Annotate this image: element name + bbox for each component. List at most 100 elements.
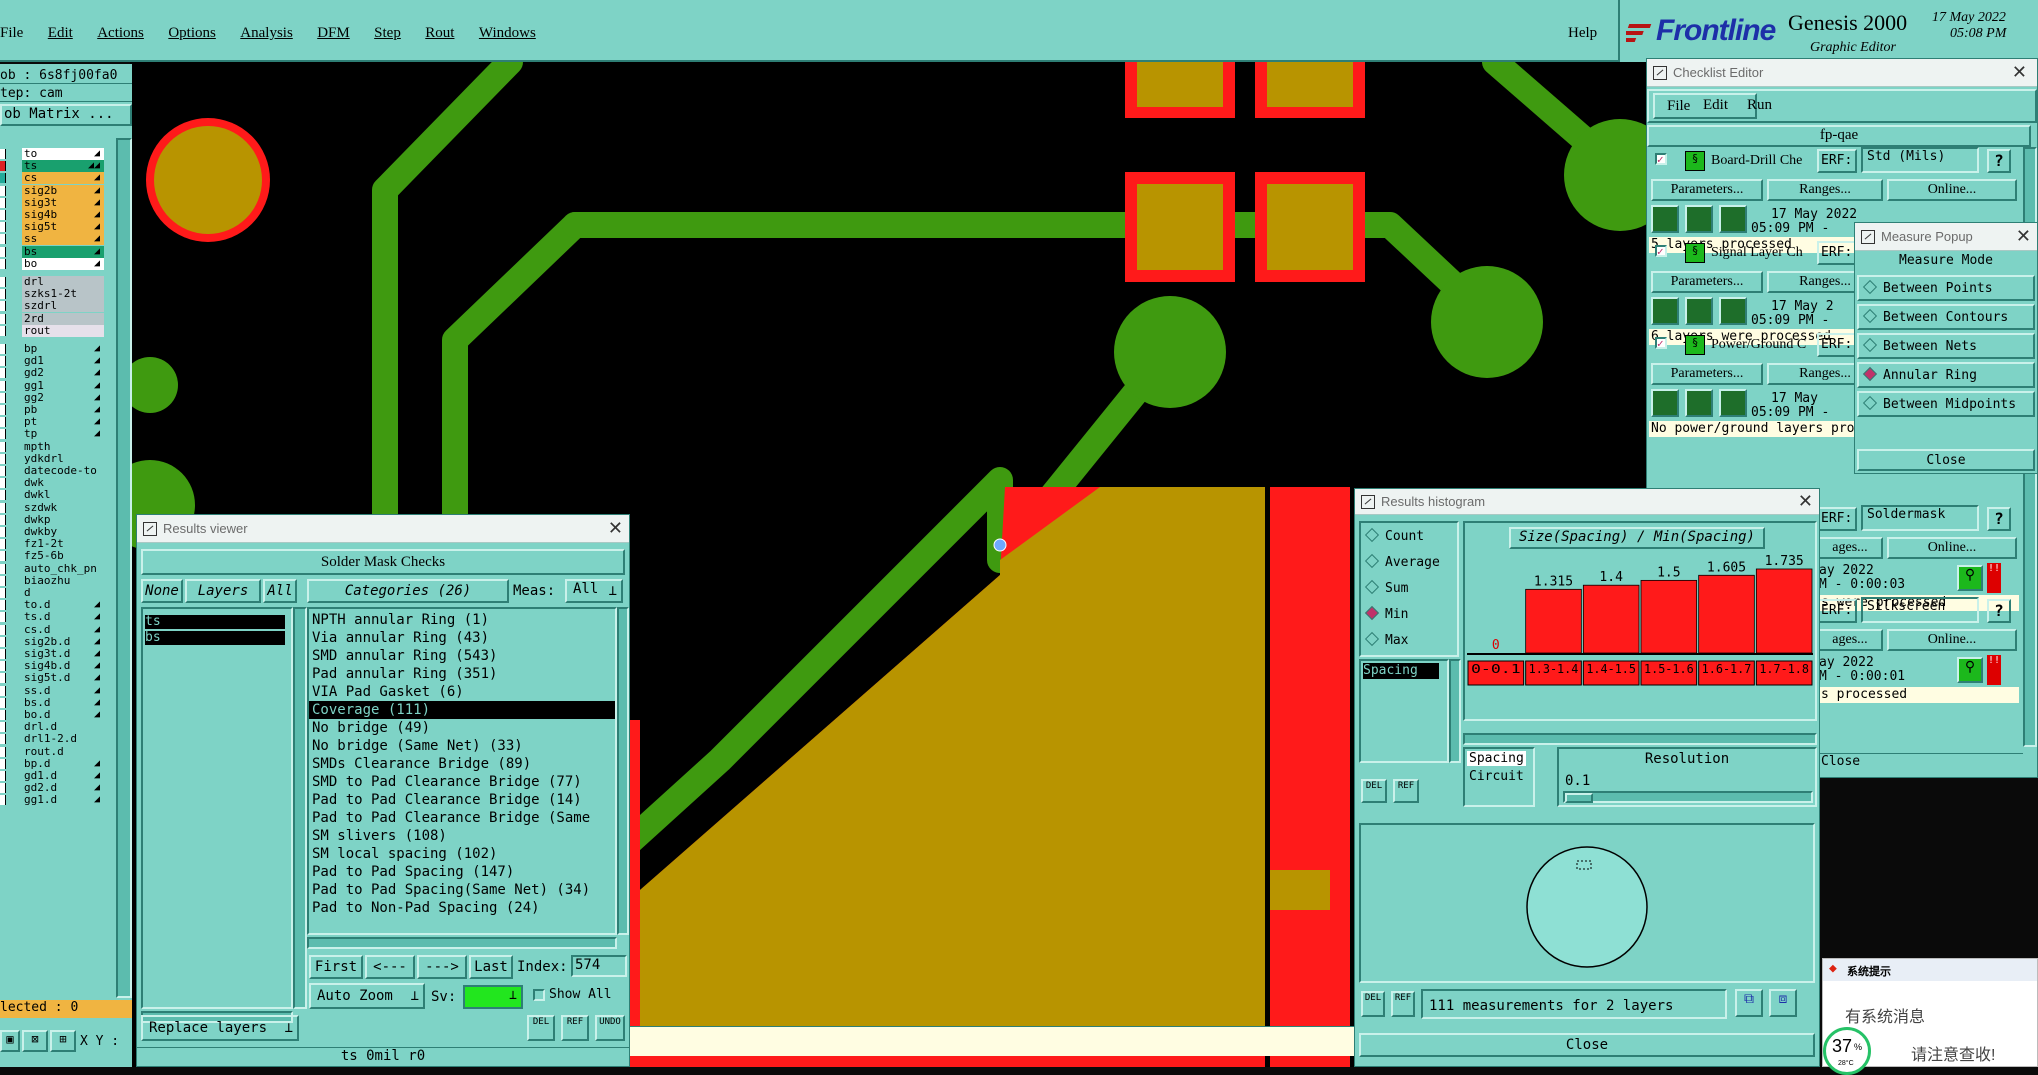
layer-checkbox[interactable] [0, 710, 6, 720]
layer-row[interactable]: sig2b ◢ [0, 184, 104, 197]
layer-row[interactable]: dwk [0, 477, 104, 490]
layer-checkbox[interactable] [0, 490, 6, 501]
prev-button[interactable]: <--- [365, 955, 415, 979]
layer-name[interactable]: auto_chk_pn [22, 562, 104, 575]
layer-name[interactable]: cs [22, 172, 104, 185]
magnifier-icon[interactable]: ⚲ [1957, 565, 1983, 591]
layer-checkbox[interactable] [0, 673, 6, 684]
categories-scrollbar[interactable] [617, 607, 629, 935]
tool-icon-2[interactable]: ⊠ [22, 1030, 48, 1052]
menu-help[interactable]: Help [1568, 25, 1597, 42]
menu-dfm[interactable]: DFM [317, 25, 350, 41]
layers-scrollbar[interactable] [293, 607, 307, 1009]
layer-name[interactable]: bo.d [22, 709, 104, 721]
layer-row[interactable]: gg2 ◢ [0, 391, 104, 404]
layer-list-scrollbar[interactable] [116, 138, 132, 998]
layer-name[interactable]: drl1-2.d [22, 733, 104, 746]
category-item[interactable]: SM slivers (108) [309, 827, 615, 845]
layer-row[interactable]: szdwk [0, 501, 104, 514]
layer-checkbox[interactable] [0, 234, 6, 245]
del-button[interactable]: DEL [527, 1015, 555, 1041]
help-icon[interactable]: ? [1987, 149, 2011, 173]
layer-row[interactable]: drl.d [0, 721, 104, 734]
layer-name[interactable]: sig2b [22, 184, 104, 197]
zoom-window-icon[interactable]: ⧈ [1769, 989, 1797, 1017]
layer-checkbox[interactable] [0, 277, 6, 287]
category-item[interactable]: Pad to Pad Clearance Bridge (14) [309, 791, 615, 809]
menu-edit[interactable]: Edit [48, 25, 73, 41]
layer-checkbox[interactable] [0, 758, 6, 769]
category-item[interactable]: Pad to Pad Spacing(Same Net) (34) [309, 881, 615, 899]
layer-row[interactable]: fz1-2t [0, 538, 104, 551]
measure-mode-option[interactable]: Between Contours [1857, 304, 2035, 330]
layer-name[interactable]: ss [22, 233, 104, 246]
layer-checkbox[interactable] [0, 514, 6, 525]
preview-del-button[interactable]: DEL [1361, 991, 1385, 1017]
menu-rout[interactable]: Rout [425, 25, 454, 41]
layer-name[interactable]: sig5t [22, 221, 104, 234]
menu-file[interactable]: File [0, 25, 23, 41]
layer-row[interactable]: pb ◢ [0, 404, 104, 416]
layer-name[interactable]: szks1-2t [22, 288, 104, 301]
layer-checkbox[interactable] [0, 563, 6, 574]
layer-row[interactable]: ydkdrl [0, 452, 104, 465]
layer-checkbox[interactable] [0, 222, 6, 233]
layer-checkbox[interactable] [0, 185, 6, 196]
layer-row[interactable]: ts.d ◢ [0, 611, 104, 624]
menu-actions[interactable]: Actions [97, 25, 144, 41]
histogram-close-button[interactable]: Close [1359, 1033, 1815, 1057]
hist-del-button[interactable]: DEL [1361, 779, 1387, 803]
layer-name[interactable]: bs [22, 245, 104, 258]
results-viewer-titlebar[interactable]: Results viewer ✕ [137, 515, 629, 543]
check-enable-checkbox[interactable]: ✓ [1655, 245, 1667, 257]
layer-row[interactable]: gg1.d ◢ [0, 794, 104, 807]
layer-checkbox[interactable] [0, 600, 6, 611]
run-icon-1[interactable] [1651, 389, 1679, 417]
layer-name[interactable]: ts.d [22, 611, 104, 624]
layer-row[interactable]: tp ◢ [0, 428, 104, 441]
layer-checkbox[interactable] [0, 636, 6, 647]
histogram-option[interactable]: Sum [1364, 579, 1408, 596]
layer-row[interactable]: sig5t ◢ [0, 221, 104, 234]
measure-mode-option[interactable]: Between Points [1857, 275, 2035, 301]
layer-name[interactable]: gg2 [22, 391, 104, 404]
layer-checkbox[interactable] [0, 210, 6, 220]
layer-checkbox[interactable] [0, 344, 6, 354]
layer-name[interactable]: sig3t [22, 196, 104, 209]
layer-name[interactable]: to [22, 148, 104, 160]
layer-name[interactable]: tp [22, 428, 104, 441]
check-enable-checkbox[interactable]: ✓ [1655, 337, 1667, 349]
layer-checkbox[interactable] [0, 289, 6, 300]
layer-checkbox[interactable] [0, 258, 6, 269]
layer-row[interactable]: to ◢ [0, 148, 104, 160]
layer-name[interactable]: datecode-to [22, 465, 104, 477]
layer-checkbox[interactable] [0, 734, 6, 745]
layer-checkbox[interactable] [0, 161, 6, 172]
undo-button[interactable]: UNDO [595, 1015, 625, 1041]
next-button[interactable]: ---> [417, 955, 467, 979]
layer-name[interactable]: sig5t.d [22, 672, 104, 685]
category-item[interactable]: Via annular Ring (43) [309, 629, 615, 647]
run-icon-1[interactable] [1651, 205, 1679, 233]
layer-checkbox[interactable] [0, 685, 6, 696]
job-matrix-button[interactable]: ob Matrix ... [0, 104, 132, 126]
layer-row[interactable]: szks1-2t [0, 288, 104, 301]
layer-row[interactable]: dwkl [0, 489, 104, 502]
layer-row[interactable]: cs ◢ [0, 172, 104, 185]
ranges-button[interactable]: Ranges... [1767, 179, 1883, 201]
layer-name[interactable]: sig3t.d [22, 648, 104, 660]
layer-row[interactable]: gd2.d ◢ [0, 782, 104, 795]
layer-row[interactable]: bs.d ◢ [0, 696, 104, 709]
meas-select[interactable]: All ⊥ [565, 579, 623, 603]
layer-checkbox[interactable] [0, 527, 6, 537]
layer-name[interactable]: gd1 [22, 355, 104, 368]
layer-row[interactable]: ss.d ◢ [0, 684, 104, 697]
layer-name[interactable]: gg1.d [22, 794, 104, 807]
layer-name[interactable]: sig4b.d [22, 660, 104, 673]
ranges-button[interactable]: ages... [1817, 537, 1883, 559]
layer-checkbox[interactable] [0, 624, 6, 635]
category-item[interactable]: No bridge (49) [309, 719, 615, 737]
check-name[interactable]: Power/Ground C [1711, 337, 1817, 353]
menu-windows[interactable]: Windows [479, 25, 536, 41]
measure-mode-option[interactable]: Annular Ring [1857, 362, 2035, 388]
